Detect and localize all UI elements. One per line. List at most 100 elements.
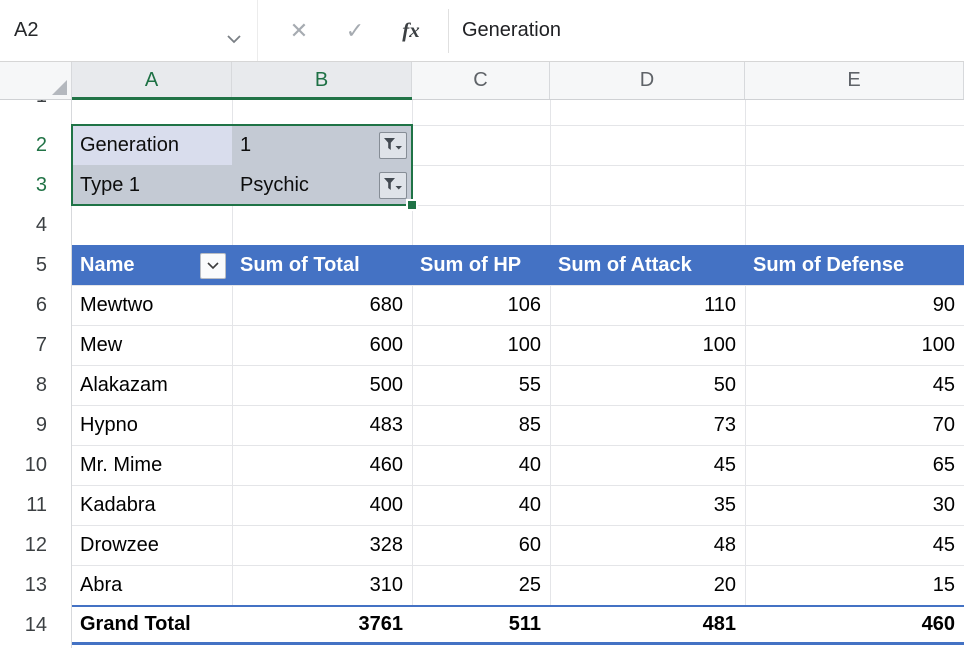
table-row: Alakazam 500 55 50 45 xyxy=(72,365,964,405)
cell-defense[interactable]: 100 xyxy=(745,325,964,365)
table-row: Mewtwo 680 106 110 90 xyxy=(72,285,964,325)
cell-hp[interactable]: 60 xyxy=(412,525,550,565)
pivot-header-row: Name Sum of Total Sum of HP Sum of Attac… xyxy=(72,245,964,285)
row-header-13[interactable]: 13 xyxy=(0,565,71,605)
cell-defense[interactable]: 45 xyxy=(745,365,964,405)
select-all-corner[interactable] xyxy=(0,62,72,99)
cancel-icon[interactable]: ✕ xyxy=(284,18,314,44)
grand-total-total[interactable]: 3761 xyxy=(232,607,412,642)
selected-columns-underline xyxy=(72,97,412,100)
cell-attack[interactable]: 35 xyxy=(550,485,745,525)
select-all-triangle-icon xyxy=(51,79,68,96)
pivot-header-name[interactable]: Name xyxy=(72,245,232,285)
type1-filter-button[interactable] xyxy=(379,172,407,199)
spreadsheet: A2 ✕ ✓ fx Generation A B C D E 1 2 3 4 xyxy=(0,0,964,648)
column-header-a[interactable]: A xyxy=(72,62,232,99)
confirm-icon[interactable]: ✓ xyxy=(340,18,370,44)
cell-defense[interactable]: 15 xyxy=(745,565,964,605)
row-header-8[interactable]: 8 xyxy=(0,365,71,405)
cell-hp[interactable]: 100 xyxy=(412,325,550,365)
cell-name[interactable]: Mew xyxy=(72,325,232,365)
cell-total[interactable]: 310 xyxy=(232,565,412,605)
cell-grid: Generation 1 Type 1 Psychic Name xyxy=(72,100,964,648)
cell-hp[interactable]: 40 xyxy=(412,485,550,525)
formula-buttons: ✕ ✓ fx xyxy=(258,18,426,44)
cell-total[interactable]: 328 xyxy=(232,525,412,565)
cell-name[interactable]: Hypno xyxy=(72,405,232,445)
generation-filter-button[interactable] xyxy=(379,132,407,159)
column-header-e[interactable]: E xyxy=(745,62,964,99)
cell-attack[interactable]: 20 xyxy=(550,565,745,605)
cell-defense[interactable]: 70 xyxy=(745,405,964,445)
row-header-2[interactable]: 2 xyxy=(0,125,71,165)
cell-total[interactable]: 483 xyxy=(232,405,412,445)
filter-label-cell-type1[interactable]: Type 1 xyxy=(72,165,232,205)
row-header-column: 1 2 3 4 5 6 7 8 9 10 11 12 13 14 xyxy=(0,100,72,648)
grand-total-label[interactable]: Grand Total xyxy=(72,607,232,642)
row-header-7[interactable]: 7 xyxy=(0,325,71,365)
cell-defense[interactable]: 45 xyxy=(745,525,964,565)
cell-name[interactable]: Kadabra xyxy=(72,485,232,525)
row-header-6[interactable]: 6 xyxy=(0,285,71,325)
formula-input[interactable]: Generation xyxy=(449,19,561,42)
row-header-5[interactable]: 5 xyxy=(0,245,71,285)
cell-total[interactable]: 400 xyxy=(232,485,412,525)
pivot-header-defense[interactable]: Sum of Defense xyxy=(745,245,964,285)
cell-total[interactable]: 600 xyxy=(232,325,412,365)
name-box[interactable]: A2 xyxy=(0,0,258,61)
table-row: Kadabra 400 40 35 30 xyxy=(72,485,964,525)
fx-icon[interactable]: fx xyxy=(396,18,426,43)
grand-total-row: Grand Total 3761 511 481 460 xyxy=(72,605,964,645)
filter-funnel-icon xyxy=(384,138,402,153)
cell-attack[interactable]: 48 xyxy=(550,525,745,565)
cell-hp[interactable]: 85 xyxy=(412,405,550,445)
name-box-chevron-icon[interactable] xyxy=(227,27,241,50)
table-row: Mew 600 100 100 100 xyxy=(72,325,964,365)
cell-attack[interactable]: 50 xyxy=(550,365,745,405)
cell-attack[interactable]: 45 xyxy=(550,445,745,485)
table-row: Abra 310 25 20 15 xyxy=(72,565,964,605)
grand-total-hp[interactable]: 511 xyxy=(412,607,550,642)
pivot-header-name-label: Name xyxy=(80,254,134,277)
cell-defense[interactable]: 65 xyxy=(745,445,964,485)
cell-defense[interactable]: 30 xyxy=(745,485,964,525)
row-header-11[interactable]: 11 xyxy=(0,485,71,525)
cell-attack[interactable]: 110 xyxy=(550,285,745,325)
grand-total-defense[interactable]: 460 xyxy=(745,607,964,642)
cell-attack[interactable]: 100 xyxy=(550,325,745,365)
table-row: Hypno 483 85 73 70 xyxy=(72,405,964,445)
cell-defense[interactable]: 90 xyxy=(745,285,964,325)
row-header-10[interactable]: 10 xyxy=(0,445,71,485)
cell-name[interactable]: Mr. Mime xyxy=(72,445,232,485)
cell-name[interactable]: Drowzee xyxy=(72,525,232,565)
pivot-header-attack[interactable]: Sum of Attack xyxy=(550,245,745,285)
fill-handle[interactable] xyxy=(406,199,418,211)
cell-hp[interactable]: 25 xyxy=(412,565,550,605)
cell-total[interactable]: 460 xyxy=(232,445,412,485)
cell-total[interactable]: 680 xyxy=(232,285,412,325)
row-header-14[interactable]: 14 xyxy=(0,605,71,645)
cell-name[interactable]: Abra xyxy=(72,565,232,605)
cell-name[interactable]: Mewtwo xyxy=(72,285,232,325)
pivot-header-total[interactable]: Sum of Total xyxy=(232,245,412,285)
pivot-header-hp[interactable]: Sum of HP xyxy=(412,245,550,285)
grand-total-attack[interactable]: 481 xyxy=(550,607,745,642)
row-header-3[interactable]: 3 xyxy=(0,165,71,205)
column-header-c[interactable]: C xyxy=(412,62,550,99)
column-header-b[interactable]: B xyxy=(232,62,412,99)
formula-bar: A2 ✕ ✓ fx Generation xyxy=(0,0,964,62)
cell-attack[interactable]: 73 xyxy=(550,405,745,445)
cell-hp[interactable]: 106 xyxy=(412,285,550,325)
cell-name[interactable]: Alakazam xyxy=(72,365,232,405)
filter-label-cell-generation[interactable]: Generation xyxy=(72,125,232,165)
cell-hp[interactable]: 40 xyxy=(412,445,550,485)
name-filter-dropdown[interactable] xyxy=(200,253,226,279)
table-row: Mr. Mime 460 40 45 65 xyxy=(72,445,964,485)
row-header-4[interactable]: 4 xyxy=(0,205,71,245)
row-header-1[interactable]: 1 xyxy=(0,100,71,125)
cell-total[interactable]: 500 xyxy=(232,365,412,405)
row-header-9[interactable]: 9 xyxy=(0,405,71,445)
cell-hp[interactable]: 55 xyxy=(412,365,550,405)
row-header-12[interactable]: 12 xyxy=(0,525,71,565)
column-header-d[interactable]: D xyxy=(550,62,745,99)
